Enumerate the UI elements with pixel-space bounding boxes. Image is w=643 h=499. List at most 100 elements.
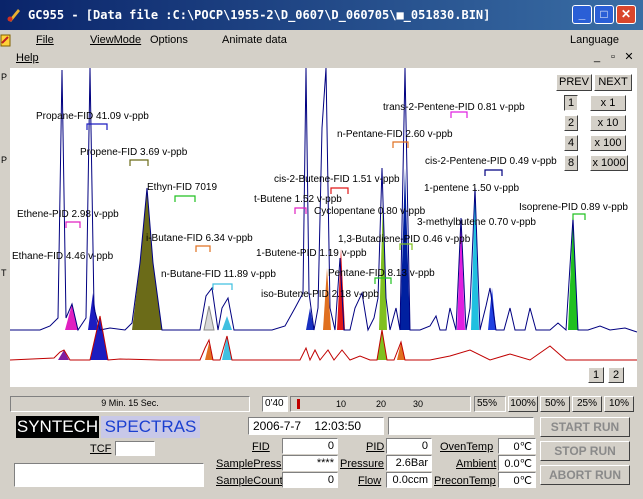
page-8-button[interactable]: 8 [564,155,578,171]
close-icon: ✕ [620,7,632,21]
zoom-50-button[interactable]: 50% [540,396,570,412]
peak-label-cis2butene: cis-2-Butene-FID 1.51 v-ppb [274,174,400,185]
peak-label-t2pentene: trans-2-Pentene-PID 0.81 v-ppb [383,102,525,113]
peak-propane [88,293,98,330]
peak-label-npentane: n-Pentane-FID 2.60 v-ppb [337,129,453,140]
mdi-doc-icon [0,34,11,47]
menu-bar-2: Help [12,51,643,67]
ambient-value: 0.0℃ [504,458,532,470]
mdi-close-button[interactable]: ✕ [622,51,636,64]
prev-button[interactable]: PREV [556,74,592,91]
peak-label-ethene: Ethene-PID 2.98 v-ppb [17,209,119,220]
pressure-field: 2.6Bar [386,455,432,471]
chromatogram-plot[interactable]: Propane-FID 41.09 v-ppb Propene-FID 3.69… [10,68,637,387]
flow-label: Flow [358,475,382,487]
peak-ibutane [203,305,215,331]
oventemp-label: OvenTemp [440,441,494,453]
title-bar: GC955 - [Data file :C:\POCP\1955-2\D_060… [0,0,643,30]
time-marker-box: 0'40 [262,396,288,412]
pressure-value: 2.6Bar [395,457,428,469]
peak-nbutane [222,316,232,330]
zoom-x1-button[interactable]: x 1 [590,95,626,111]
oventemp-field: 0℃ [498,438,536,454]
pressure-label: Pressure [340,458,385,470]
flow-value: 0.0ccm [392,474,428,486]
oventemp-value: 0℃ [513,441,532,453]
zoom-10-button[interactable]: 10% [604,396,634,412]
marker-npentane [392,141,409,148]
next-button[interactable]: NEXT [594,74,632,91]
peak-pid-6 [397,342,405,360]
left-strip [0,30,12,52]
maximize-icon: □ [600,7,608,21]
page-1-button[interactable]: 1 [564,95,578,111]
stop-run-button[interactable]: STOP RUN [540,441,630,461]
marker-isoprene [572,213,586,220]
datetime: 2006-7-7 12:03:50 [253,419,362,433]
datetime-box: 2006-7-7 12:03:50 [248,417,384,435]
menu-language[interactable]: Language [570,34,619,46]
spectras-logo: SPECTRAS [101,416,200,438]
peak-label-tbutene: t-Butene 1.52 v-ppb [254,194,342,205]
maximize-button[interactable]: □ [594,5,614,24]
peak-label-ethyn: Ethyn-FID 7019 [147,182,217,193]
zoom-x10-button[interactable]: x 10 [590,115,626,131]
marker-ethyn [174,195,196,202]
menu-animate-data[interactable]: Animate data [222,34,287,46]
peak-label-c2pentene: cis-2-Pentene-PID 0.49 v-ppb [425,156,557,167]
peak-label-propene: Propene-FID 3.69 v-ppb [80,147,188,158]
status-message [388,417,534,435]
scale-cursor[interactable] [297,399,300,409]
tcf-field[interactable] [115,441,155,456]
time-scale[interactable]: 10 20 30 [290,396,471,412]
percent-box: 55% [474,396,506,412]
peak-label-ibutane: i-Butane-FID 6.34 v-ppb [146,233,253,244]
minimize-icon: _ [578,7,586,21]
chromatogram-svg: Propane-FID 41.09 v-ppb Propene-FID 3.69… [10,68,637,362]
channel-2-button[interactable]: 2 [608,367,624,383]
pid-value: 0 [421,440,428,452]
peak-label-ethane: Ethane-FID 4.46 v-ppb [12,251,114,262]
elapsed-box: 9 Min. 15 Sec. [10,396,250,412]
peak-label-cyclopentane: Cyclopentane 0.80 v-ppb [314,206,426,217]
start-run-button[interactable]: START RUN [540,417,630,437]
menu-bar: File ViewMode Options Animate data Langu… [12,31,643,51]
scale-tick-10: 10 [336,399,347,409]
minimize-button[interactable]: _ [572,5,592,24]
precontemp-field: 0℃ [498,472,536,488]
app-icon [7,9,20,22]
mdi-minimize-button[interactable]: _ [590,51,604,64]
flow-field: 0.0ccm [386,472,432,488]
zoom-100-button[interactable]: 100% [508,396,538,412]
elapsed-time: 9 Min. 15 Sec. [101,398,159,408]
zoom-x1000-button[interactable]: x 1000 [590,155,628,171]
mdi-restore-button[interactable]: ▫ [606,51,620,64]
peak-label-1butene: 1-Butene-PID 1.19 v-ppb [256,248,367,259]
menu-help[interactable]: Help [16,52,39,64]
marker-propene [129,159,149,166]
zoom-25-button[interactable]: 25% [572,396,602,412]
time-marker: 0'40 [265,398,284,409]
page-2-button[interactable]: 2 [564,115,578,131]
samplecount-value: 0 [327,474,334,486]
peak-ethyn [132,188,162,330]
marker-propane [86,123,108,130]
marker-nbutane [212,283,233,290]
precontemp-value: 0℃ [513,475,532,487]
side-tick-3: T [1,268,7,278]
scale-tick-20: 20 [376,399,387,409]
marker-ibutane [195,245,211,252]
menu-viewmode[interactable]: ViewMode [90,34,141,46]
page-4-button[interactable]: 4 [564,135,578,151]
peak-label-pentane: Pentane-FID 8.13 v-ppb [328,268,435,279]
samplepress-value: **** [316,457,334,469]
channel-1-button[interactable]: 1 [588,367,604,383]
control-panel: 9 Min. 15 Sec. 0'40 10 20 30 55% 100% 50… [10,389,637,499]
zoom-x100-button[interactable]: x 100 [590,135,626,151]
pid-field: 0 [386,438,432,454]
menu-options[interactable]: Options [150,34,188,46]
abort-run-button[interactable]: ABORT RUN [540,465,630,485]
ambient-label: Ambient [456,458,497,470]
menu-file[interactable]: File [36,34,54,46]
close-button[interactable]: ✕ [616,5,636,24]
